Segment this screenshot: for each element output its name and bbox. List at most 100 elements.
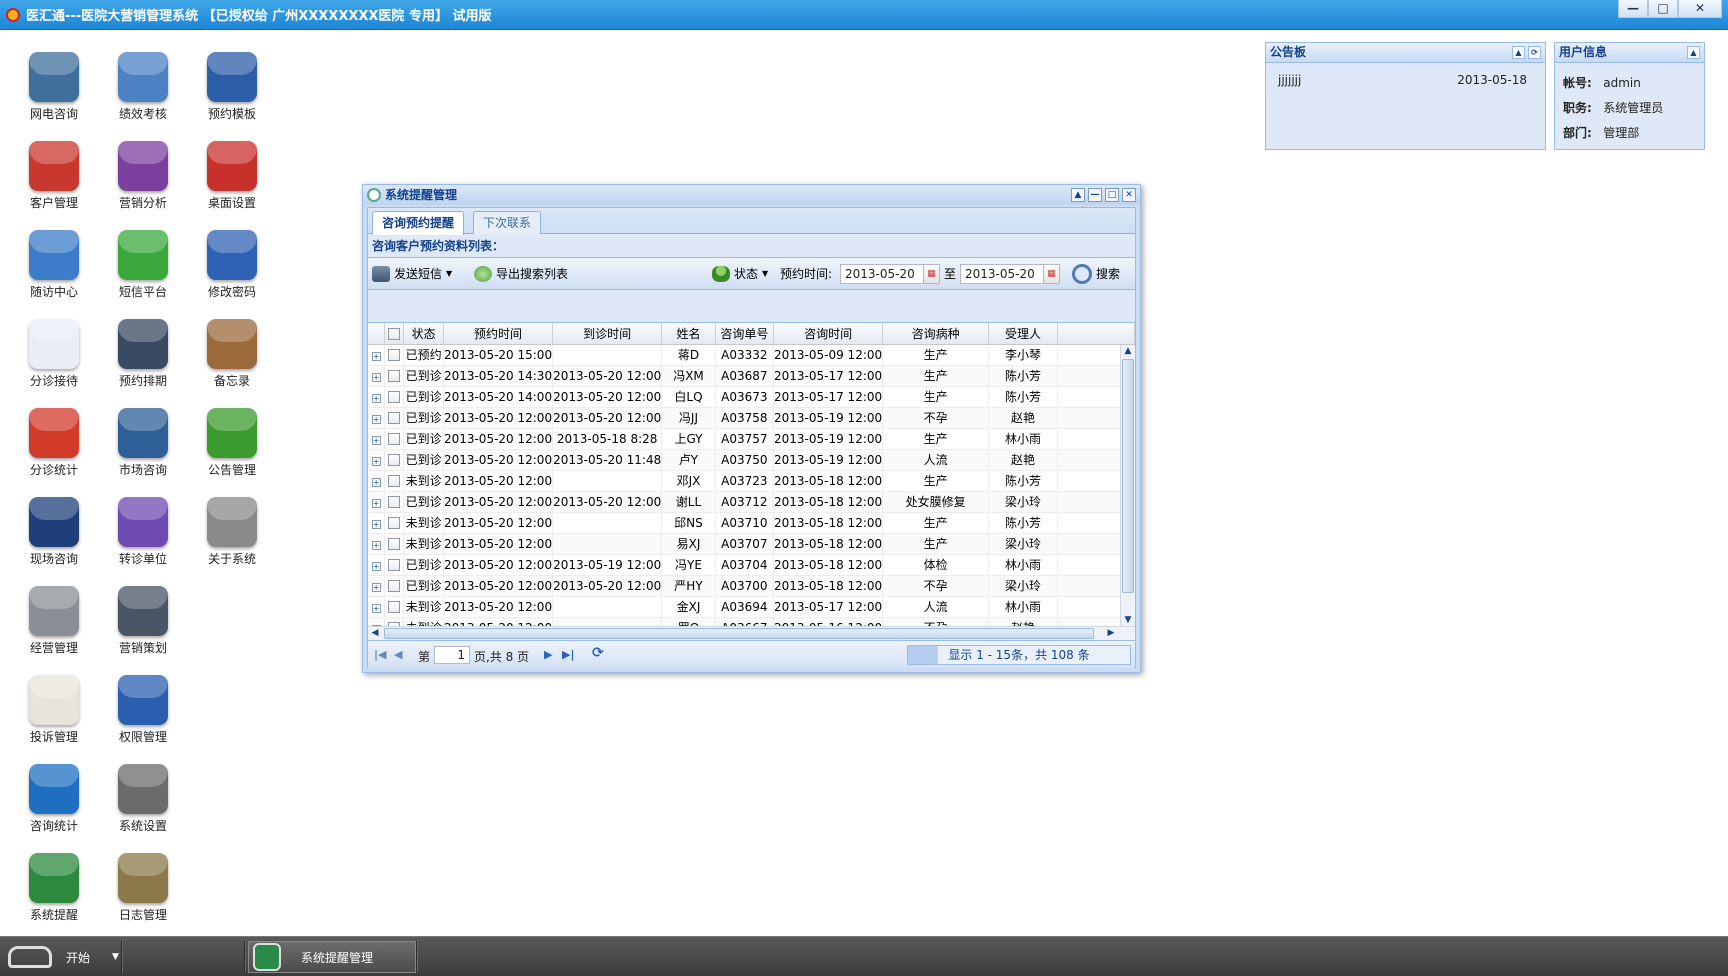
desktop-icon-1[interactable]: 网电咨询 [14,52,94,122]
desktop-icon-4[interactable]: 客户管理 [14,141,94,211]
desktop-icon-20[interactable]: 营销策划 [103,586,183,656]
desktop-icon-10[interactable]: 分诊接待 [14,319,94,389]
desktop-icon-19[interactable]: 经营管理 [14,586,94,656]
table-row[interactable]: + 已到诊 2013-05-20 12:00 2013-05-20 12:00 谢LL A… [368,491,1135,513]
row-select[interactable] [384,554,405,576]
table-row[interactable]: + 未到诊 2013-05-20 12:00 邓JX A03723 2013-05-18 … [368,470,1135,492]
desktop-icon-13[interactable]: 分诊统计 [14,408,94,478]
send-sms-button[interactable]: 发送短信 ▼ [372,263,452,285]
minimize-button[interactable]: — [1618,0,1648,18]
desktop-icon-9[interactable]: 修改密码 [192,230,272,300]
desktop-icon-11[interactable]: 预约排期 [103,319,183,389]
expand-icon[interactable]: + [371,435,381,445]
table-row[interactable]: + 已到诊 2013-05-20 12:00 2013-05-19 12:00 冯YE A… [368,554,1135,576]
desktop-icon-25[interactable]: 系统提醒 [14,853,94,923]
expand-icon[interactable]: + [371,603,381,613]
prev-page-icon[interactable]: ◀ [394,648,402,661]
row-select[interactable] [384,386,405,408]
row-expander[interactable]: + [368,575,386,597]
desktop-icon-5[interactable]: 营销分析 [103,141,183,211]
calendar-icon[interactable]: ▦ [1043,265,1059,283]
bulletin-item[interactable]: jjjjjjj 2013-05-18 [1266,63,1545,87]
expand-icon[interactable]: + [371,540,381,550]
table-row[interactable]: + 已到诊 2013-05-20 12:00 2013-05-20 12:00 严HY A… [368,575,1135,597]
row-expander[interactable]: + [368,512,386,534]
search-button[interactable]: 搜索 [1072,263,1120,285]
table-row[interactable]: + 未到诊 2013-05-20 12:00 邱NS A03710 2013-05-18 … [368,512,1135,534]
row-select[interactable] [384,428,405,450]
expand-icon[interactable]: + [371,498,381,508]
last-page-icon[interactable]: ▶| [562,648,574,661]
desktop-icon-2[interactable]: 绩效考核 [103,52,183,122]
maximize-button[interactable]: □ [1648,0,1678,18]
maximize-icon[interactable]: □ [1105,188,1119,202]
column-header-name[interactable]: 姓名 [661,323,716,345]
column-header-consult-time[interactable]: 咨询时间 [773,323,884,345]
expand-icon[interactable]: + [371,351,381,361]
desktop-icon-6[interactable]: 桌面设置 [192,141,272,211]
desktop-icon-7[interactable]: 随访中心 [14,230,94,300]
column-header-status[interactable]: 状态 [403,323,444,345]
row-checkbox[interactable] [388,475,401,487]
close-icon[interactable]: ✕ [1122,188,1136,202]
row-select[interactable] [384,407,405,429]
expand-icon[interactable]: + [371,456,381,466]
row-checkbox[interactable] [388,349,401,361]
row-select[interactable] [384,512,405,534]
desktop-icon-12[interactable]: 备忘录 [192,319,272,389]
horizontal-scroll-thumb[interactable] [384,628,1094,639]
expand-icon[interactable]: + [371,477,381,487]
expand-icon[interactable]: + [371,414,381,424]
row-expander[interactable]: + [368,449,386,471]
table-row[interactable]: + 已到诊 2013-05-20 14:30 2013-05-20 12:00 冯XM A… [368,365,1135,387]
table-row[interactable]: + 已到诊 2013-05-20 12:00 2013-05-20 11:48 卢Y A0… [368,449,1135,471]
dialog-header[interactable]: 系统提醒管理 ▲ — □ ✕ [363,185,1140,205]
column-header-booking-time[interactable]: 预约时间 [443,323,554,345]
expand-icon[interactable]: + [371,372,381,382]
scroll-up-icon[interactable]: ▲ [1121,345,1135,358]
vertical-scroll-thumb[interactable] [1122,359,1134,593]
desktop-icon-3[interactable]: 预约模板 [192,52,272,122]
row-checkbox[interactable] [388,580,401,592]
expand-icon[interactable]: + [371,519,381,529]
row-select[interactable] [384,575,405,597]
scroll-right-icon[interactable]: ▶ [1104,627,1118,640]
status-filter-button[interactable]: 状态 ▼ [712,263,768,285]
column-header-consult-no[interactable]: 咨询单号 [715,323,775,345]
column-header-disease[interactable]: 咨询病种 [882,323,990,345]
collapse-icon[interactable]: ▲ [1071,188,1085,202]
row-select[interactable] [384,365,405,387]
desktop-icon-16[interactable]: 现场咨询 [14,497,94,567]
row-checkbox[interactable] [388,412,401,424]
column-header-arrival-time[interactable]: 到诊时间 [552,323,663,345]
expand-icon[interactable]: + [371,393,381,403]
desktop-icon-17[interactable]: 转诊单位 [103,497,183,567]
desktop-icon-8[interactable]: 短信平台 [103,230,183,300]
row-checkbox[interactable] [388,496,401,508]
row-expander[interactable]: + [368,470,386,492]
row-select[interactable] [384,596,405,618]
date-to-field[interactable]: 2013-05-20 ▦ [960,264,1060,284]
collapse-icon[interactable]: ▲ [1687,46,1700,59]
desktop-icon-18[interactable]: 关于系统 [192,497,272,567]
row-select[interactable] [384,470,405,492]
calendar-icon[interactable]: ▦ [923,265,939,283]
row-checkbox[interactable] [388,517,401,529]
desktop-icon-23[interactable]: 咨询统计 [14,764,94,834]
row-checkbox[interactable] [388,538,401,550]
taskbar-item-reminder[interactable]: 系统提醒管理 [248,941,416,973]
select-all-header[interactable] [384,323,405,345]
desktop-icon-26[interactable]: 日志管理 [103,853,183,923]
next-page-icon[interactable]: ▶ [544,648,552,661]
row-checkbox[interactable] [388,433,401,445]
row-select[interactable] [384,617,405,626]
first-page-icon[interactable]: |◀ [374,648,386,661]
table-row[interactable]: + 未到诊2013-05-20 12:00 罗QA036672013-05-16 1… [368,617,1135,626]
refresh-icon[interactable]: ⟳ [592,645,604,661]
row-select[interactable] [384,491,405,513]
vertical-scrollbar[interactable]: ▲ ▼ [1120,345,1135,626]
table-row[interactable]: + 未到诊 2013-05-20 12:00 金XJ A03694 2013-05-17 … [368,596,1135,618]
close-button[interactable]: ✕ [1678,0,1722,18]
row-checkbox[interactable] [388,370,401,382]
table-row[interactable]: + 未到诊 2013-05-20 12:00 易XJ A03707 2013-05-18 … [368,533,1135,555]
